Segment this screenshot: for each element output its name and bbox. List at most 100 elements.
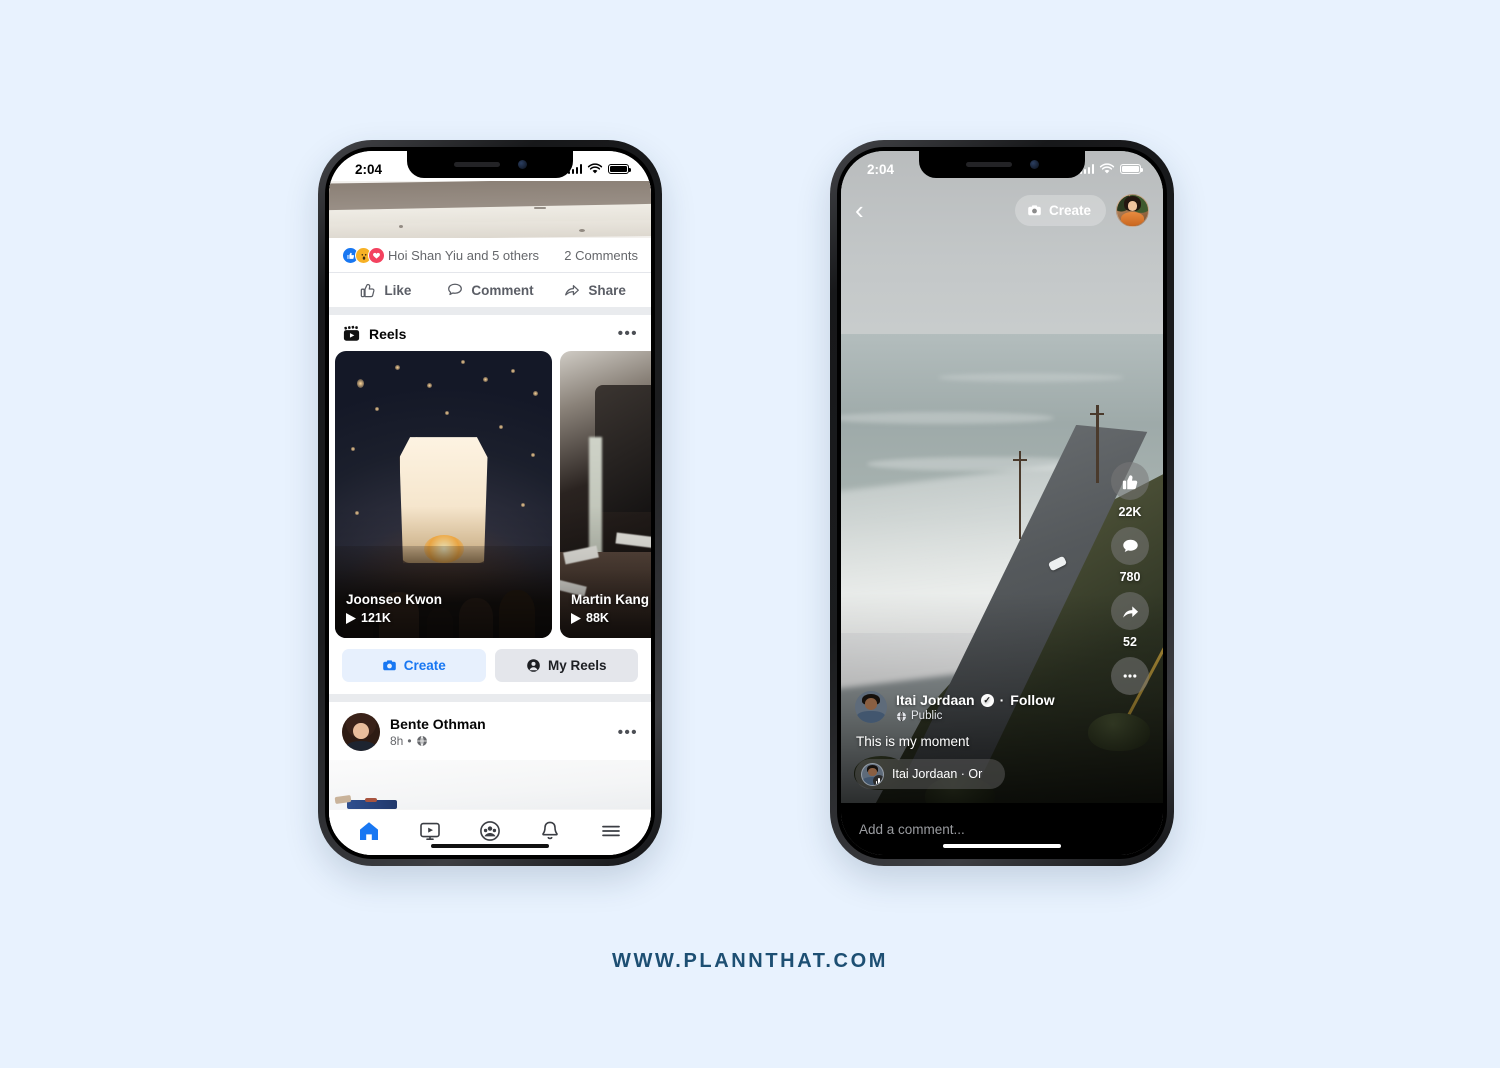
battery-icon	[608, 163, 632, 175]
verified-badge-icon: ✓	[980, 693, 994, 707]
audio-attribution-pill[interactable]: Itai Jordaan · Or	[855, 759, 1005, 789]
status-indicators	[567, 163, 632, 175]
sidebar-item-home[interactable]	[357, 819, 381, 843]
follow-button[interactable]: Follow	[1010, 692, 1054, 708]
create-reel-button[interactable]: Create	[342, 649, 486, 682]
reel-author-row: Itai Jordaan ✓ · Follow Public	[855, 691, 1149, 723]
share-count: 52	[1123, 635, 1137, 649]
meta-separator: •	[407, 734, 412, 748]
earpiece-speaker	[453, 162, 500, 167]
post-timestamp: 8h	[390, 734, 404, 748]
like-label: Like	[384, 282, 412, 298]
reel-video-scene[interactable]: ‹ Create 22K 780 52 Itai Jordaan ✓ · Fol…	[841, 151, 1163, 803]
home-icon	[360, 821, 379, 840]
post-reaction-row: Hoi Shan Yiu and 5 others 2 Comments	[329, 238, 651, 272]
like-action[interactable]: 22K	[1111, 462, 1149, 519]
reaction-icons	[342, 247, 385, 264]
post-overflow-button[interactable]: •••	[618, 724, 638, 741]
comment-button[interactable]	[1111, 527, 1149, 565]
share-arrow-icon	[1122, 605, 1138, 618]
post-author-name[interactable]: Bente Othman	[390, 716, 618, 732]
utility-pole	[1091, 405, 1103, 484]
right-phone-mockup: 2:04 ‹ Create 22K 780 52 Itai Jordaan ✓ …	[830, 140, 1174, 866]
post-photo[interactable]	[329, 760, 651, 809]
video-screen-icon	[419, 822, 440, 840]
play-icon	[346, 612, 356, 624]
notch	[919, 151, 1085, 178]
reel-author-name: Martin Kang	[571, 592, 650, 607]
groups-icon	[480, 820, 500, 841]
like-button[interactable]	[1111, 462, 1149, 500]
post-meta: 8h •	[390, 734, 618, 748]
notch	[407, 151, 573, 178]
person-circle-icon	[527, 659, 540, 672]
audio-title: Itai Jordaan · Or	[892, 767, 983, 781]
create-button[interactable]: Create	[1014, 194, 1106, 226]
more-action[interactable]	[1111, 657, 1149, 695]
comment-count-text[interactable]: 2 Comments	[564, 248, 638, 263]
footer-url: WWW.PLANNTHAT.COM	[611, 950, 888, 972]
avatar[interactable]	[1116, 193, 1149, 227]
feed-photo-cropped	[329, 181, 651, 238]
front-camera	[1029, 160, 1039, 169]
right-phone-bezel: 2:04 ‹ Create 22K 780 52 Itai Jordaan ✓ …	[837, 147, 1167, 859]
globe-icon	[416, 735, 427, 747]
my-reels-label: My Reels	[547, 658, 607, 673]
post-action-row: Like Comment Share	[329, 272, 651, 307]
reel-card[interactable]: Joonseo Kwon 121K	[335, 351, 552, 638]
create-reel-label: Create	[403, 658, 446, 673]
share-action[interactable]: 52	[1111, 592, 1149, 649]
sidebar-item-notifications[interactable]	[538, 819, 562, 843]
my-reels-button[interactable]: My Reels	[494, 649, 638, 682]
audio-avatar	[861, 762, 884, 786]
sidebar-item-groups[interactable]	[478, 819, 502, 843]
reels-title: Reels	[369, 325, 407, 342]
status-time: 2:04	[867, 161, 895, 177]
reel-view-count: 88K	[571, 611, 651, 625]
reels-carousel[interactable]: Joonseo Kwon 121K Martin Kang 88K	[329, 351, 651, 638]
comment-input[interactable]: Add a comment...	[859, 822, 965, 837]
privacy-row: Public	[896, 710, 1055, 722]
status-time: 2:04	[355, 161, 383, 177]
reel-info-overlay: Itai Jordaan ✓ · Follow Public This is m…	[841, 593, 1163, 803]
share-arrow-icon	[565, 285, 580, 296]
sidebar-item-watch[interactable]	[418, 819, 442, 843]
reel-view-count: 121K	[346, 611, 548, 625]
avatar[interactable]	[342, 713, 380, 751]
share-button[interactable]	[1111, 592, 1149, 630]
comment-button[interactable]: Comment	[438, 281, 543, 299]
reels-buttons: Create My Reels	[329, 638, 651, 694]
bell-icon	[542, 821, 559, 839]
globe-icon	[896, 711, 907, 721]
bottom-tab-bar	[329, 809, 651, 855]
home-indicator	[431, 843, 549, 848]
wifi-icon	[587, 163, 603, 174]
reel-card[interactable]: Martin Kang 88K	[560, 351, 651, 638]
more-options-button[interactable]	[1111, 657, 1149, 695]
comment-bubble-icon	[448, 283, 463, 296]
like-button[interactable]: Like	[333, 281, 438, 299]
author-separator: ·	[999, 692, 1005, 708]
reel-author-name: Joonseo Kwon	[346, 592, 443, 607]
share-label: Share	[588, 282, 626, 298]
comment-label: Comment	[471, 282, 534, 298]
privacy-label: Public	[911, 710, 943, 722]
comment-action[interactable]: 780	[1111, 527, 1149, 584]
reels-overflow-button[interactable]: •••	[618, 325, 638, 342]
share-button[interactable]: Share	[542, 281, 647, 299]
reel-player: ‹ Create 22K 780 52 Itai Jordaan ✓ · Fol…	[841, 151, 1163, 855]
play-icon	[571, 612, 581, 624]
reel-author-name[interactable]: Itai Jordaan	[896, 692, 975, 708]
reels-clapper-icon	[343, 325, 360, 341]
camera-icon	[382, 660, 396, 671]
right-phone-screen: 2:04 ‹ Create 22K 780 52 Itai Jordaan ✓ …	[841, 151, 1163, 855]
avatar[interactable]	[855, 691, 887, 723]
ellipsis-icon	[1123, 674, 1137, 678]
reel-caption: This is my moment	[856, 734, 970, 749]
hamburger-menu-icon	[601, 825, 620, 836]
earpiece-speaker	[965, 162, 1012, 167]
chevron-left-icon[interactable]: ‹	[855, 197, 864, 223]
reaction-love-icon	[368, 247, 385, 264]
battery-icon	[1120, 163, 1144, 175]
sidebar-item-menu[interactable]	[599, 819, 623, 843]
